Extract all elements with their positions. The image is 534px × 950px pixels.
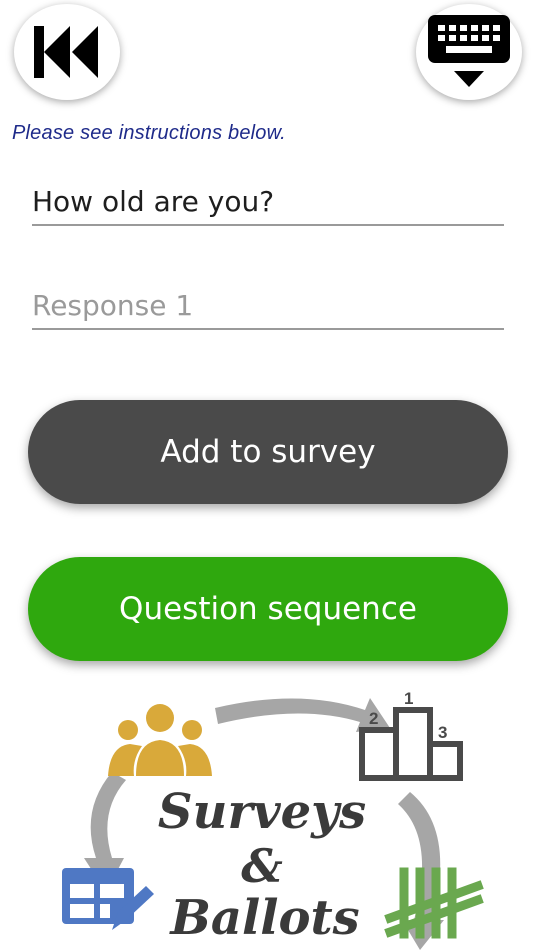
tally-icon (384, 867, 484, 939)
keyboard-hide-icon (428, 15, 510, 87)
response-input[interactable] (32, 282, 504, 330)
skip-back-icon (34, 26, 98, 78)
hide-keyboard-button[interactable] (416, 4, 522, 100)
question-sequence-button[interactable]: Question sequence (28, 557, 508, 661)
logo-word-ballots: Ballots (168, 890, 359, 946)
logo-ampersand: & (241, 839, 283, 893)
question-input[interactable] (32, 178, 504, 226)
skip-back-button[interactable] (14, 4, 120, 100)
logo-word-surveys: Surveys (158, 784, 366, 840)
instructions-text: Please see instructions below. (12, 122, 286, 144)
add-to-survey-button[interactable]: Add to survey (28, 400, 508, 504)
podium-label-1: 1 (404, 689, 413, 708)
table-edit-icon (62, 868, 154, 930)
surveys-ballots-logo: 2 1 3 Surveys & Ballots (62, 689, 484, 950)
people-icon (108, 704, 212, 776)
podium-label-2: 2 (369, 709, 378, 728)
podium-label-3: 3 (438, 723, 447, 742)
